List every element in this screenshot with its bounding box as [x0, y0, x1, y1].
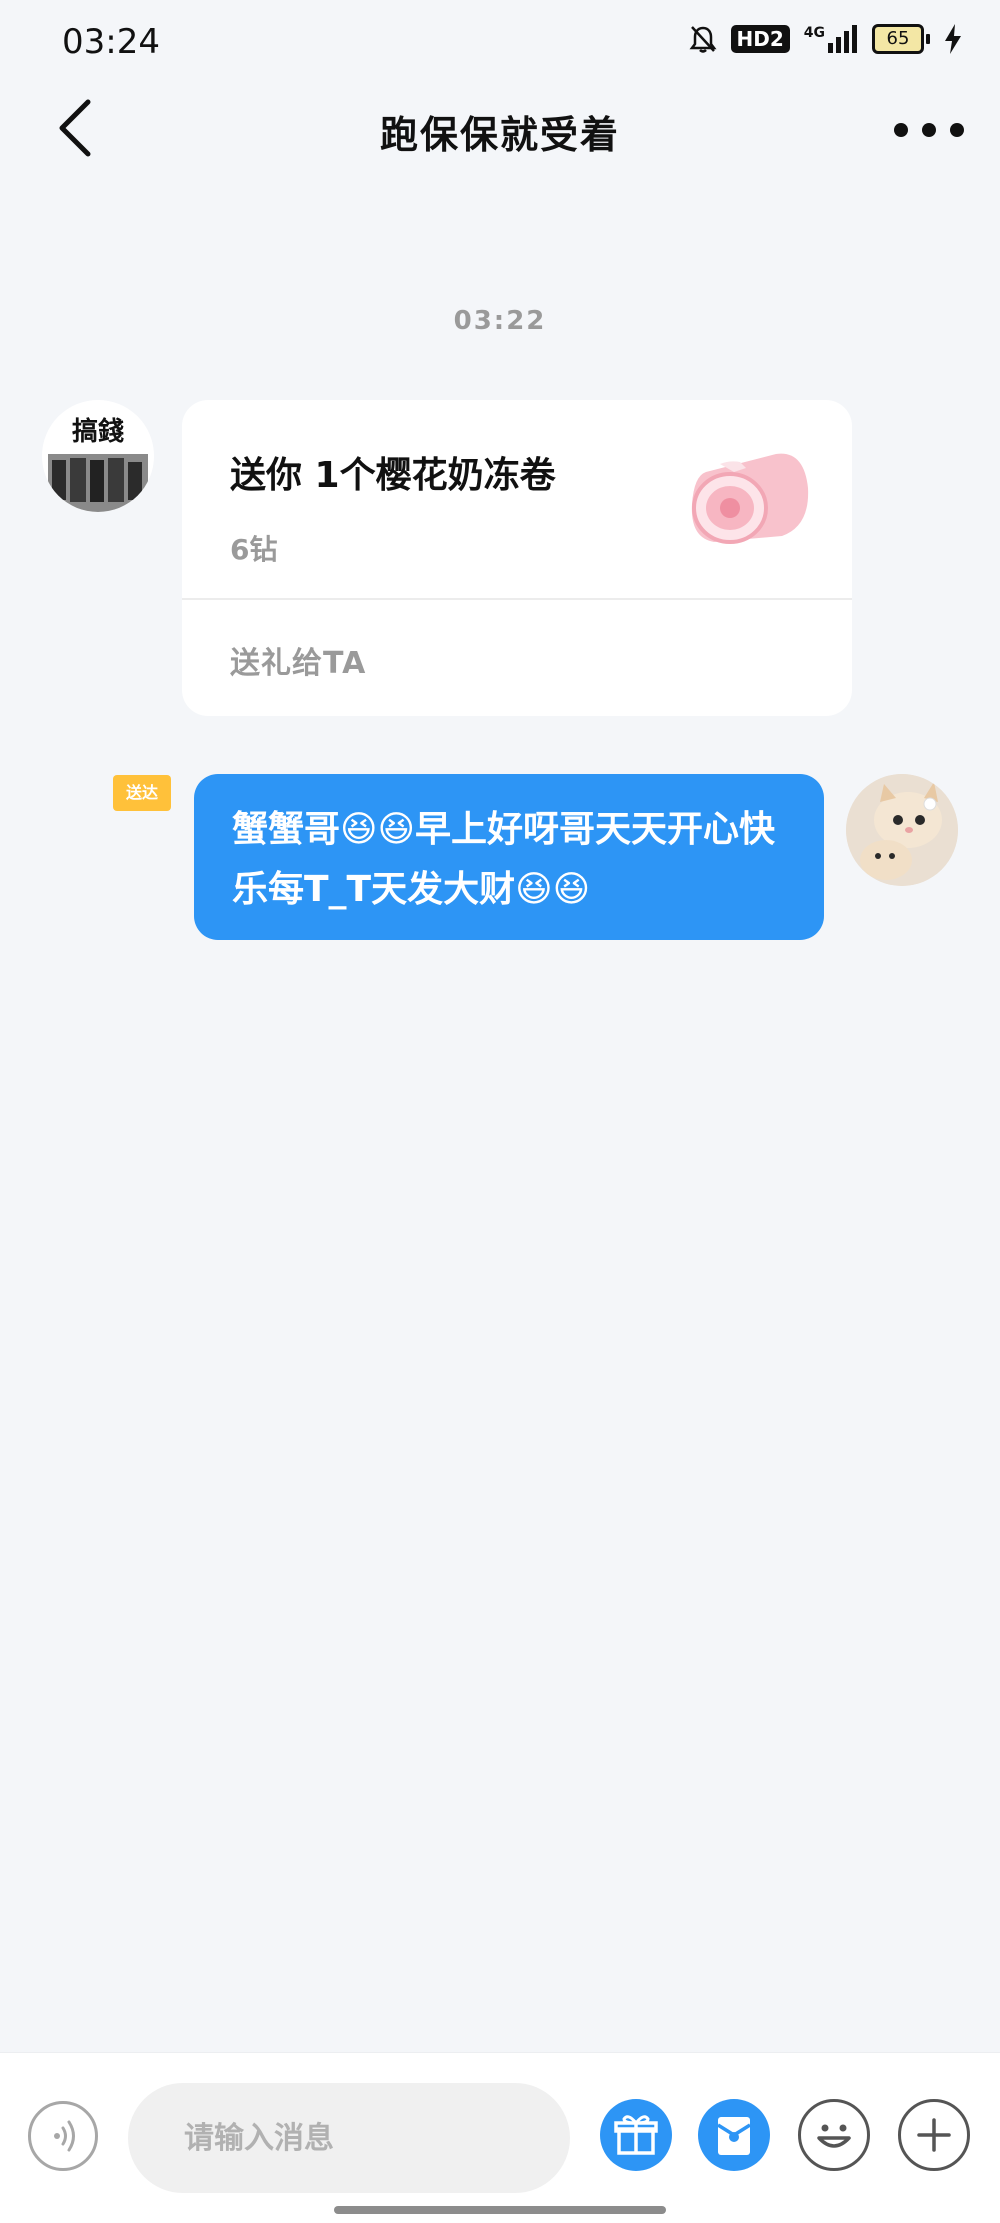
red-packet-button[interactable]	[698, 2099, 770, 2171]
signal-icon: 4G	[804, 25, 858, 53]
contact-avatar[interactable]: 搞錢	[42, 400, 154, 512]
send-gift-link[interactable]: 送礼给TA	[230, 638, 366, 682]
nav-bar: 跑保保就受着	[0, 90, 1000, 255]
my-avatar[interactable]	[846, 774, 958, 886]
home-indicator[interactable]	[334, 2206, 666, 2214]
more-dot	[922, 123, 936, 137]
more-dot	[950, 123, 964, 137]
emoji-icon	[817, 2124, 851, 2148]
message-timestamp: 03:22	[453, 306, 547, 336]
voice-button[interactable]	[28, 2101, 98, 2171]
hd-icon: HD2	[730, 25, 790, 53]
plus-button[interactable]	[898, 2099, 970, 2171]
svg-text:搞錢: 搞錢	[72, 416, 124, 447]
status-time: 03:24	[62, 22, 160, 62]
battery-icon: 65	[872, 24, 930, 54]
gift-icon	[614, 2115, 658, 2155]
voice-icon	[54, 2120, 75, 2152]
delivered-badge: 送达	[113, 775, 171, 811]
charging-icon	[944, 24, 962, 54]
cake-roll-icon	[686, 442, 816, 552]
gift-card[interactable]: 送你 1个樱花奶冻卷 6钻 送礼给TA	[182, 400, 852, 716]
red-packet-icon	[717, 2117, 751, 2155]
plus-icon	[917, 2118, 951, 2152]
more-dot	[894, 123, 908, 137]
input-bar	[0, 2052, 1000, 2223]
gift-price: 6钻	[230, 533, 278, 566]
message-input[interactable]	[128, 2083, 570, 2193]
status-icons: HD2 4G 65	[689, 24, 963, 54]
battery-level: 65	[872, 24, 924, 54]
sent-message-bubble[interactable]: 蟹蟹哥😆😆早上好呀哥天天开心快乐每T_T天发大财😆😆	[194, 774, 824, 940]
gift-title: 送你 1个樱花奶冻卷	[230, 455, 556, 496]
bell-off-icon	[689, 24, 717, 54]
status-bar: 03:24 HD2 4G 65	[0, 0, 1000, 90]
emoji-button[interactable]	[798, 2099, 870, 2171]
chat-title: 跑保保就受着	[379, 113, 620, 157]
gift-divider	[182, 598, 852, 600]
network-label: 4G	[803, 25, 825, 41]
more-button[interactable]	[894, 112, 964, 148]
gift-button[interactable]	[600, 2099, 672, 2171]
